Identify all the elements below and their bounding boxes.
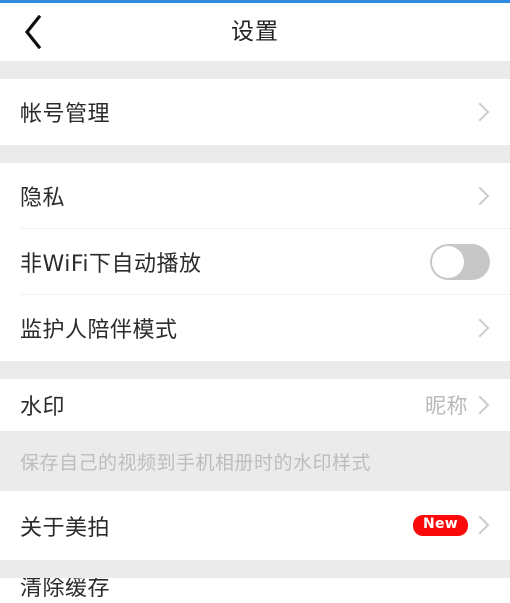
settings-row-guardian-mode[interactable]: 监护人陪伴模式 xyxy=(0,295,510,361)
section-gap xyxy=(0,361,510,379)
settings-row-accessory: New xyxy=(412,515,490,536)
settings-row-accessory: 昵称 xyxy=(425,390,490,420)
settings-group-about: 关于美拍 New xyxy=(0,491,510,560)
settings-group-account: 帐号管理 xyxy=(0,79,510,145)
settings-group-watermark: 水印 昵称 xyxy=(0,379,510,431)
settings-row-label: 水印 xyxy=(20,395,66,420)
section-gap xyxy=(0,560,510,578)
settings-row-about-meipai[interactable]: 关于美拍 New xyxy=(0,491,510,560)
settings-row-accessory xyxy=(478,318,490,338)
settings-row-label: 非WiFi下自动播放 xyxy=(20,252,202,277)
settings-row-accessory xyxy=(478,102,490,122)
page-title: 设置 xyxy=(231,19,279,45)
settings-row-label: 帐号管理 xyxy=(20,102,111,127)
chevron-right-icon xyxy=(478,318,490,338)
settings-row-label: 隐私 xyxy=(20,186,66,211)
section-gap xyxy=(0,61,510,79)
watermark-description: 保存自己的视频到手机相册时的水印样式 xyxy=(0,431,510,491)
settings-row-accessory xyxy=(430,244,490,280)
settings-group-privacy: 隐私 非WiFi下自动播放 监护人陪伴模式 xyxy=(0,163,510,361)
toggle-knob xyxy=(432,246,464,278)
settings-row-label: 清除缓存 xyxy=(20,578,111,601)
new-badge: New xyxy=(412,515,468,536)
section-gap xyxy=(0,145,510,163)
settings-row-autoplay-non-wifi[interactable]: 非WiFi下自动播放 xyxy=(0,229,510,295)
settings-row-partial-bottom[interactable]: 清除缓存 xyxy=(0,578,510,603)
autoplay-toggle-switch[interactable] xyxy=(430,244,490,280)
settings-row-accessory xyxy=(478,186,490,206)
chevron-right-icon xyxy=(478,102,490,122)
navigation-bar: 设置 xyxy=(0,3,510,61)
chevron-right-icon xyxy=(478,186,490,206)
settings-row-label: 关于美拍 xyxy=(20,515,111,541)
settings-row-label: 监护人陪伴模式 xyxy=(20,318,178,343)
chevron-right-icon xyxy=(478,395,490,415)
chevron-right-icon xyxy=(478,515,490,535)
watermark-description-text: 保存自己的视频到手机相册时的水印样式 xyxy=(20,451,372,474)
settings-row-watermark[interactable]: 水印 昵称 xyxy=(0,379,510,431)
settings-row-privacy[interactable]: 隐私 xyxy=(0,163,510,229)
settings-screen: 设置 帐号管理 隐私 非WiFi下自动播放 监护人陪伴模式 水印 昵称 保存自己… xyxy=(0,0,510,603)
watermark-value: 昵称 xyxy=(425,394,468,418)
settings-row-account-management[interactable]: 帐号管理 xyxy=(0,79,510,145)
